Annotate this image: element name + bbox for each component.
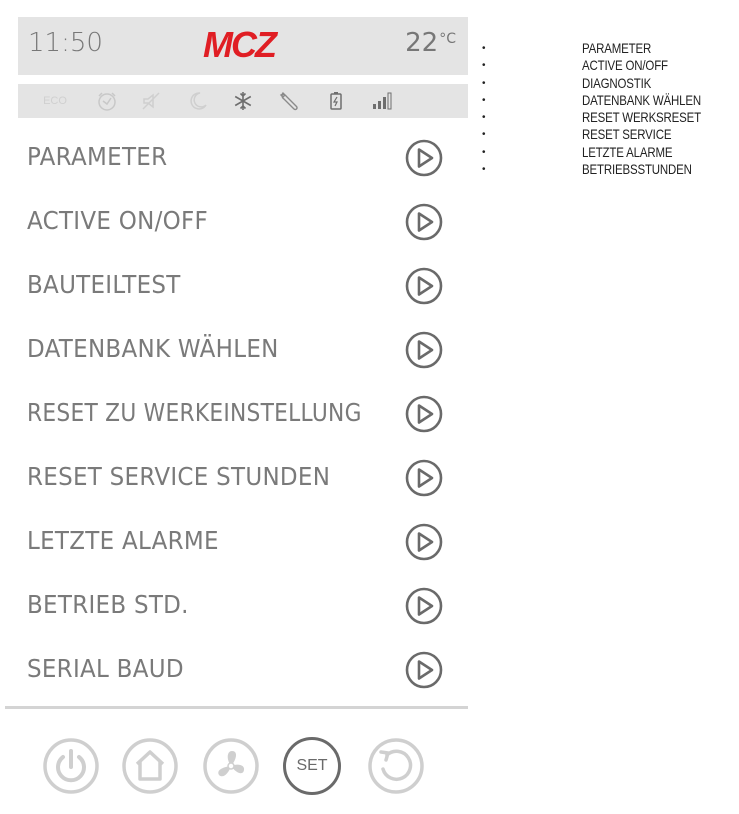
menu-item-label: PARAMETER xyxy=(27,142,168,171)
menu-item-label: DATENBANK WÄHLEN xyxy=(27,334,279,363)
play-icon[interactable] xyxy=(404,458,444,498)
clock-time: 11:50 xyxy=(28,28,103,58)
power-icon[interactable] xyxy=(42,737,100,795)
play-icon[interactable] xyxy=(404,394,444,434)
list-item: • PARAMETER xyxy=(482,40,652,56)
list-item: • DATENBANK WÄHLEN xyxy=(482,91,702,108)
menu-item-label: LETZTE ALARME xyxy=(27,526,219,555)
menu-item-label: SERIAL BAUD xyxy=(27,654,184,683)
signal-icon xyxy=(368,89,396,113)
menu-item-letzte-alarme[interactable]: LETZTE ALARME xyxy=(18,509,468,573)
menu-item-betrieb-std[interactable]: BETRIEB STD. xyxy=(18,573,468,637)
menu-item-parameter[interactable]: PARAMETER xyxy=(18,125,468,189)
menu-item-reset-service-stunden[interactable]: RESET SERVICE STUNDEN xyxy=(18,445,468,509)
play-icon[interactable] xyxy=(404,586,444,626)
menu-item-active-on-off[interactable]: ACTIVE ON/OFF xyxy=(18,189,468,253)
list-item: • RESET WERKSRESET xyxy=(482,109,702,126)
svg-text:MCZ: MCZ xyxy=(203,26,279,62)
menu-item-label: ACTIVE ON/OFF xyxy=(27,206,209,235)
menu-item-label: BETRIEB STD. xyxy=(27,590,189,619)
list-item: • ACTIVE ON/OFF xyxy=(482,57,668,74)
wrench-icon xyxy=(276,89,302,113)
menu-item-bauteiltest[interactable]: BAUTEILTEST xyxy=(18,253,468,317)
snowflake-icon xyxy=(230,89,256,113)
list-item: • RESET SERVICE xyxy=(482,126,672,143)
play-icon[interactable] xyxy=(404,650,444,690)
eco-icon: ECO xyxy=(43,95,67,107)
home-icon[interactable] xyxy=(121,737,179,795)
battery-icon xyxy=(323,89,349,113)
moon-icon xyxy=(185,89,211,113)
play-icon[interactable] xyxy=(404,330,444,370)
list-item: • BETRIEBSSTUNDEN xyxy=(482,161,692,178)
fan-icon[interactable] xyxy=(202,737,260,795)
menu-item-label: BAUTEILTEST xyxy=(27,270,181,299)
temperature-value: 22 xyxy=(405,28,439,58)
list-item: • LETZTE ALARME xyxy=(482,143,673,160)
temperature-unit: °C xyxy=(439,31,456,47)
status-icon-bar: ECO xyxy=(18,84,468,118)
bottom-divider xyxy=(5,706,468,709)
bottom-nav-bar: SET xyxy=(18,725,468,814)
mcz-logo: MCZ xyxy=(203,26,281,62)
play-icon[interactable] xyxy=(404,202,444,242)
play-icon[interactable] xyxy=(404,522,444,562)
menu-item-datenbank-waehlen[interactable]: DATENBANK WÄHLEN xyxy=(18,317,468,381)
translation-list: • PARAMETER • ACTIVE ON/OFF • DIAGNOSTIK • D… xyxy=(482,40,739,178)
list-item: • DIAGNOSTIK xyxy=(482,74,652,91)
play-icon[interactable] xyxy=(404,266,444,306)
menu-item-reset-werkeinstellung[interactable]: RESET ZU WERKEINSTELLUNG xyxy=(18,381,468,445)
mute-icon xyxy=(138,89,164,113)
device-screen: 11:50 MCZ 22°C ECO PARAMETER ACTIVE ON/O… xyxy=(5,17,468,814)
play-icon[interactable] xyxy=(404,138,444,178)
back-icon[interactable] xyxy=(367,737,425,795)
top-status-bar: 11:50 MCZ 22°C xyxy=(18,17,468,75)
temperature-readout: 22°C xyxy=(405,28,456,58)
set-button-label: SET xyxy=(296,757,328,774)
clock-icon xyxy=(94,89,120,113)
menu-item-serial-baud[interactable]: SERIAL BAUD xyxy=(18,637,468,701)
menu-item-label: RESET SERVICE STUNDEN xyxy=(27,462,331,491)
set-button[interactable]: SET xyxy=(283,737,341,795)
menu-item-label: RESET ZU WERKEINSTELLUNG xyxy=(27,398,362,427)
